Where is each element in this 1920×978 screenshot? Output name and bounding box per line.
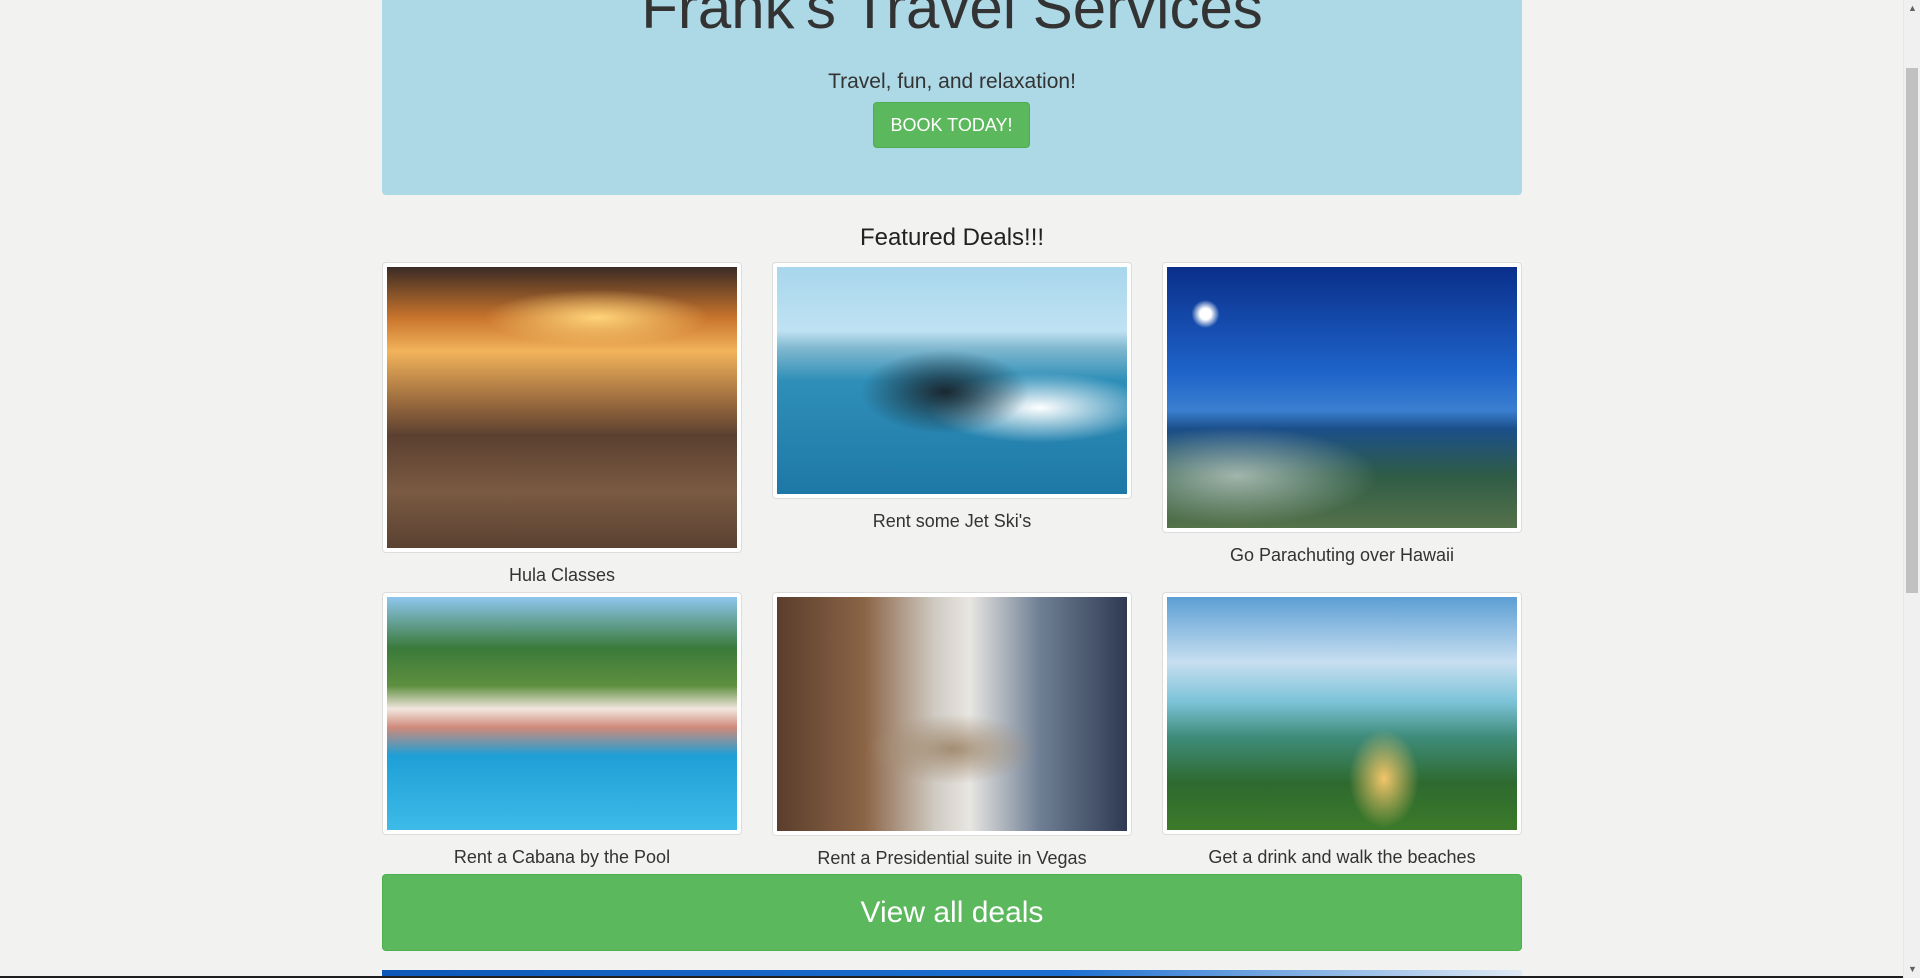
deal-caption: Go Parachuting over Hawaii bbox=[1229, 545, 1455, 565]
deal-card-cabana: Rent a Cabana by the Pool bbox=[382, 592, 742, 868]
deal-caption: Hula Classes bbox=[508, 565, 616, 585]
deal-caption: Rent some Jet Ski's bbox=[872, 511, 1032, 531]
deal-card-presidential-suite: Rent a Presidential suite in Vegas bbox=[772, 592, 1132, 869]
hotel-suite-photo bbox=[777, 597, 1127, 831]
deal-thumbnail[interactable] bbox=[1162, 592, 1522, 835]
deal-card-jet-ski: Rent some Jet Ski's bbox=[772, 262, 1132, 532]
vertical-scrollbar[interactable]: ▲ ▼ bbox=[1903, 0, 1920, 978]
deal-card-beach-drink: Get a drink and walk the beaches bbox=[1162, 592, 1522, 868]
deal-thumbnail[interactable] bbox=[382, 592, 742, 835]
scroll-down-arrow-icon[interactable]: ▼ bbox=[1904, 961, 1920, 978]
deal-card-parachuting: Go Parachuting over Hawaii bbox=[1162, 262, 1522, 566]
deal-caption: Rent a Cabana by the Pool bbox=[453, 847, 671, 867]
featured-deals-heading: Featured Deals!!! bbox=[859, 224, 1045, 251]
deal-thumbnail[interactable] bbox=[1162, 262, 1522, 533]
hula-dancers-photo bbox=[387, 267, 737, 548]
book-today-button[interactable]: BOOK TODAY! bbox=[873, 102, 1030, 148]
deal-caption: Get a drink and walk the beaches bbox=[1208, 847, 1476, 867]
deal-card-hula: Hula Classes bbox=[382, 262, 742, 586]
hero-banner: Frank's Travel Services Travel, fun, and… bbox=[382, 0, 1522, 195]
scroll-up-arrow-icon[interactable]: ▲ bbox=[1904, 0, 1920, 17]
skydiving-photo bbox=[1167, 267, 1517, 528]
jet-ski-photo bbox=[777, 267, 1127, 494]
scrollbar-thumb[interactable] bbox=[1906, 68, 1918, 593]
deal-thumbnail[interactable] bbox=[772, 592, 1132, 836]
site-tagline: Travel, fun, and relaxation! bbox=[828, 70, 1076, 93]
beach-drink-photo bbox=[1167, 597, 1517, 830]
deal-thumbnail[interactable] bbox=[382, 262, 742, 553]
site-title: Frank's Travel Services bbox=[641, 0, 1263, 41]
deal-thumbnail[interactable] bbox=[772, 262, 1132, 499]
pool-cabana-photo bbox=[387, 597, 737, 830]
deal-caption: Rent a Presidential suite in Vegas bbox=[817, 848, 1087, 868]
view-all-deals-button[interactable]: View all deals bbox=[382, 874, 1522, 951]
